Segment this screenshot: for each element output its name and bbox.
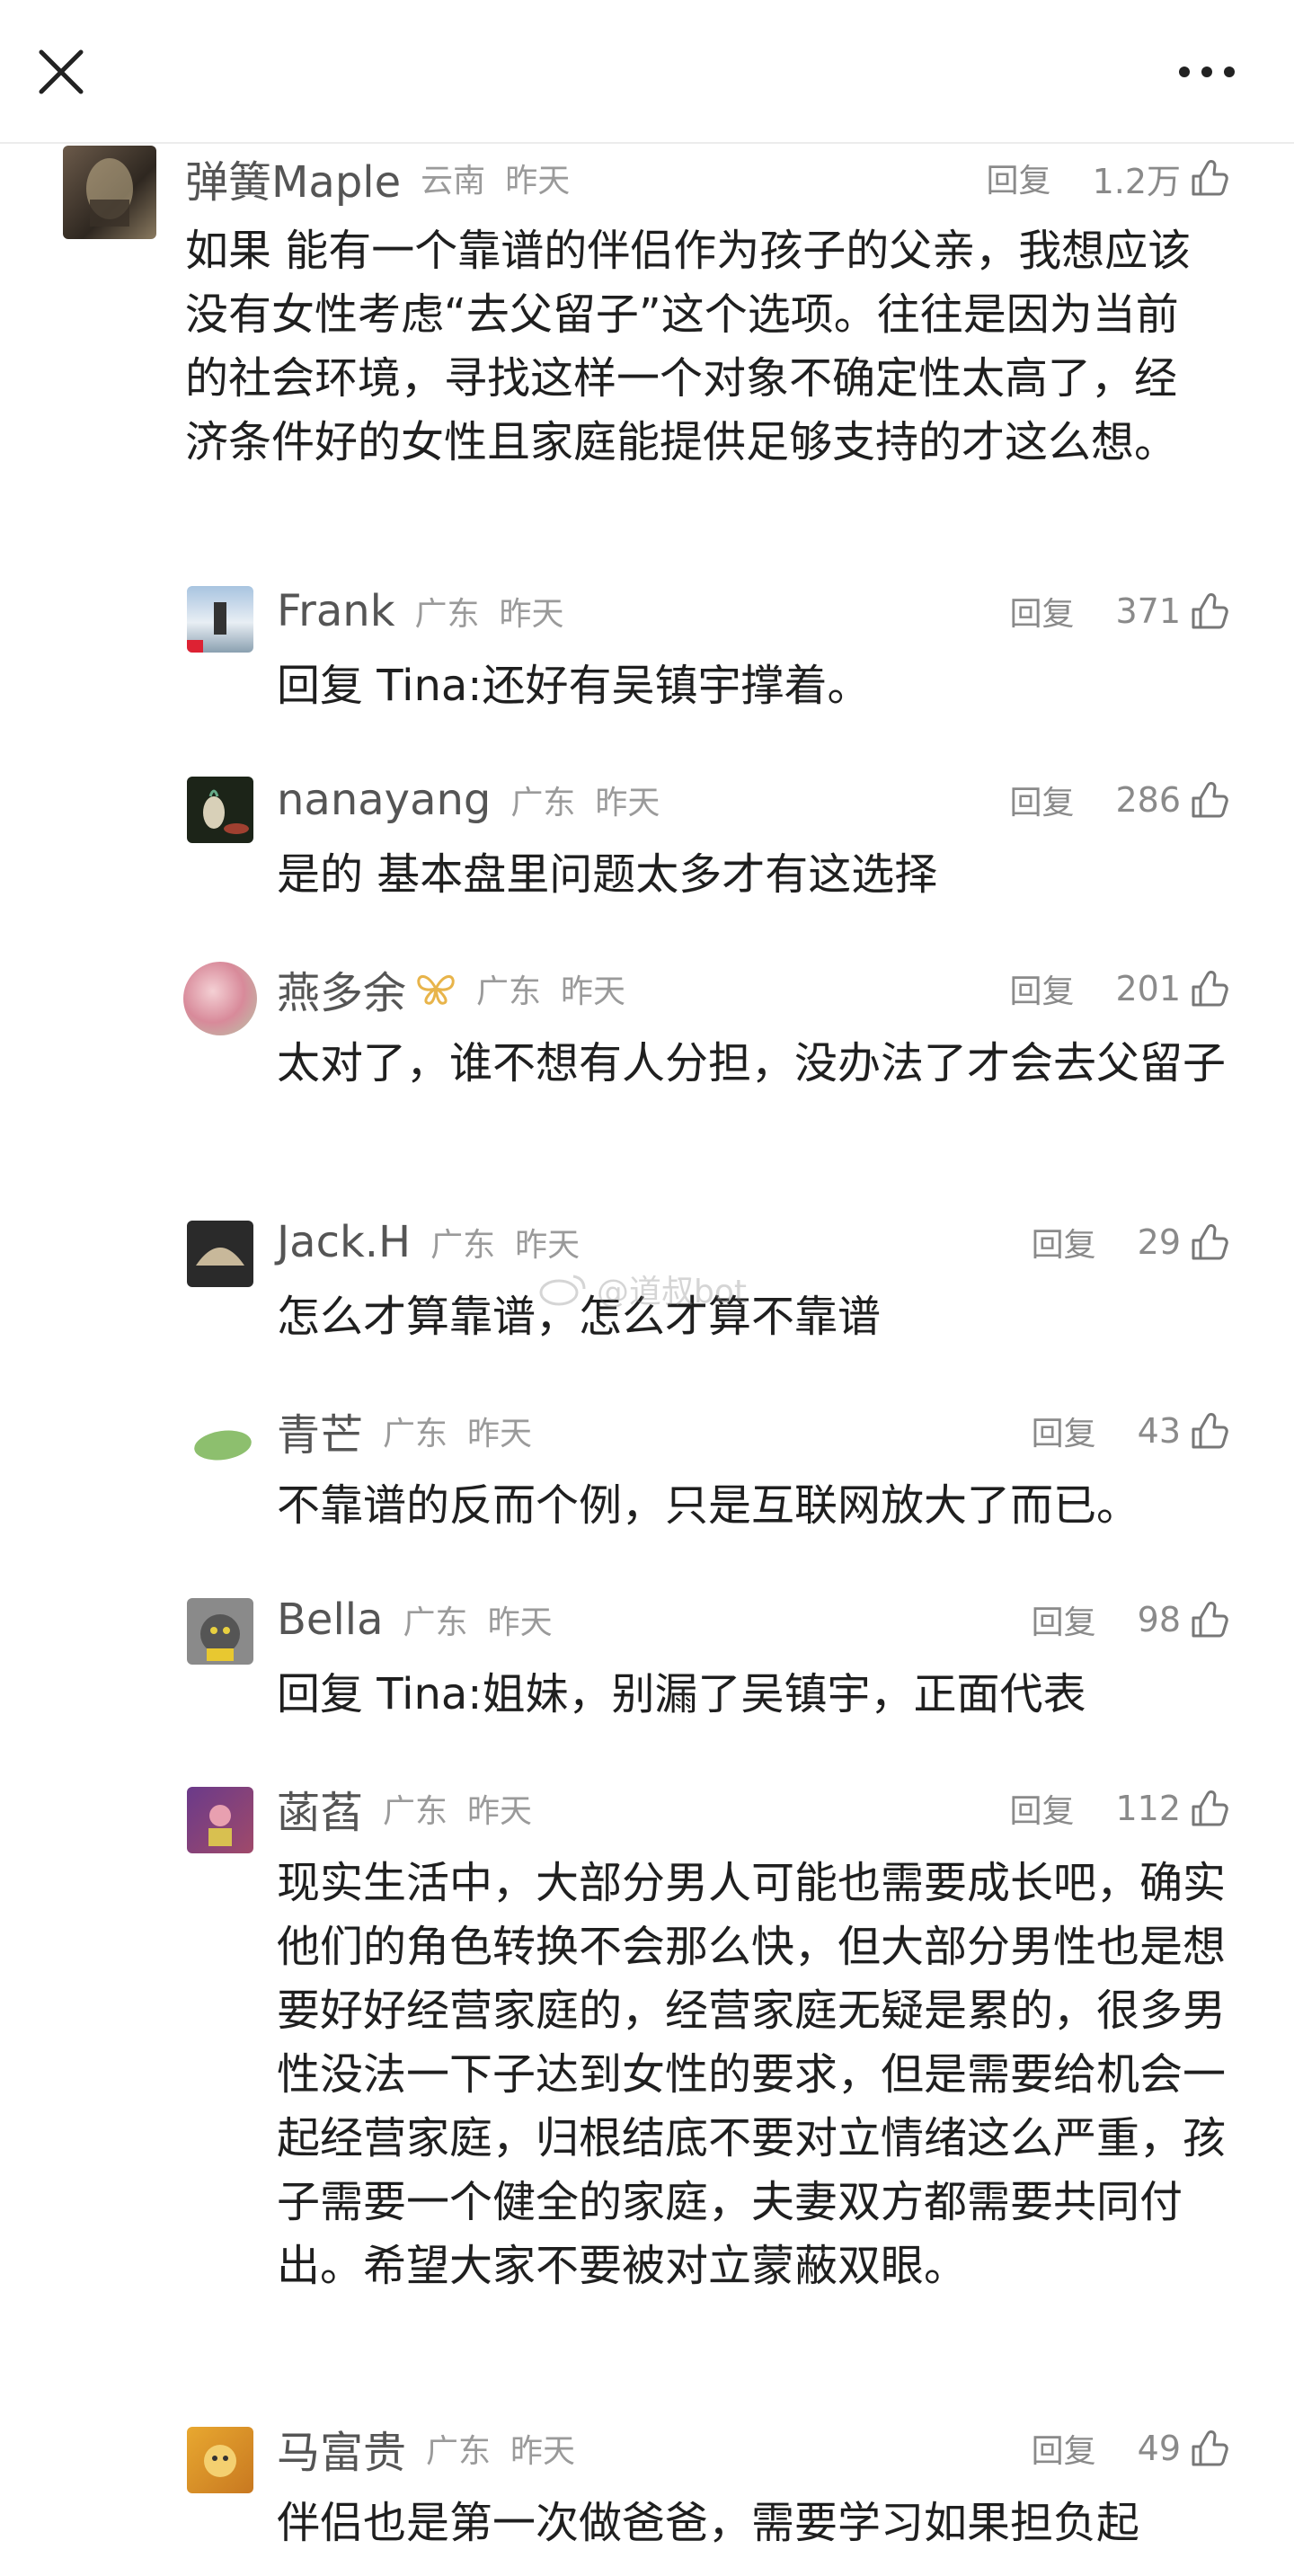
avatar[interactable]: [187, 2427, 253, 2493]
username[interactable]: Bella: [277, 1594, 384, 1645]
comment-meta: 广东 昨天: [510, 777, 660, 823]
watermark: @道叔bot: [539, 1266, 747, 1312]
timestamp: 昨天: [595, 785, 660, 822]
comment-text: 不靠谱的反而个例，只是互联网放大了而已。: [277, 1480, 1140, 1531]
like-count: 43: [1137, 1411, 1181, 1451]
like-count: 112: [1115, 1789, 1181, 1828]
timestamp: 昨天: [487, 1604, 553, 1641]
username[interactable]: 青芒: [277, 1399, 363, 1462]
avatar[interactable]: [187, 1598, 253, 1665]
avatar[interactable]: [187, 1787, 253, 1853]
comment-meta: 云南 昨天: [421, 155, 570, 201]
timestamp: 昨天: [467, 1793, 533, 1830]
top-bar: [0, 0, 1294, 144]
comment-text: 是的 基本盘里问题太多才有这选择: [277, 849, 938, 900]
like-count: 98: [1137, 1600, 1181, 1639]
timestamp: 昨天: [515, 1227, 581, 1264]
location: 广东: [383, 1793, 448, 1830]
like-count: 286: [1115, 780, 1181, 820]
like-count: 1.2万: [1092, 161, 1181, 201]
timestamp: 昨天: [499, 596, 564, 633]
comment-text: 怎么才算靠谱，怎么才算不靠谱: [277, 1292, 882, 1342]
location: 云南: [421, 163, 486, 200]
location: 广东: [476, 973, 542, 1010]
thumbs-up-icon[interactable]: [1190, 1411, 1229, 1451]
comment-meta: 广东 昨天: [426, 2425, 575, 2472]
thumbs-up-icon[interactable]: [1190, 591, 1229, 631]
location: 广东: [414, 596, 480, 633]
like-count: 49: [1137, 2429, 1181, 2468]
timestamp: 昨天: [510, 2433, 576, 2470]
thumbs-up-icon[interactable]: [1190, 1789, 1229, 1828]
comment-text: 太对了，谁不想有人分担，没办法了才会去父留子: [277, 1038, 1227, 1088]
comment-body: 姐妹，别漏了吴镇宇，正面代表: [482, 1669, 1086, 1719]
timestamp: 昨天: [561, 973, 626, 1010]
close-icon[interactable]: [36, 47, 86, 97]
avatar[interactable]: [187, 586, 253, 653]
username[interactable]: 马富贵: [277, 2417, 406, 2480]
reply-button[interactable]: 回复: [1032, 1596, 1096, 1643]
comment-meta: 广东 昨天: [430, 1219, 580, 1266]
reply-button[interactable]: 回复: [1009, 588, 1074, 635]
like-count: 29: [1137, 1222, 1181, 1262]
avatar[interactable]: [187, 1409, 253, 1476]
username[interactable]: 弹簧Maple: [185, 147, 401, 209]
thumbs-up-icon[interactable]: [1190, 1600, 1229, 1639]
location: 广东: [510, 785, 576, 822]
username[interactable]: 燕多余: [277, 957, 406, 1020]
reply-button[interactable]: 回复: [1032, 2425, 1096, 2472]
comment-text: 现实生活中，大部分男人可能也需要成长吧，确实他们的角色转换不会那么快，但大部分男…: [277, 1858, 1227, 2291]
comment-text: 回复 Tina:还好有吴镇宇撑着。: [277, 654, 1229, 718]
reply-button[interactable]: 回复: [1009, 777, 1074, 823]
like-count: 201: [1115, 969, 1181, 1008]
comment-meta: 广东 昨天: [414, 588, 563, 635]
username[interactable]: Jack.H: [277, 1217, 411, 1267]
comment-text: 如果 能有一个靠谱的伴侣作为孩子的父亲，我想应该没有女性考虑“去父留子”这个选项…: [185, 226, 1192, 467]
location: 广东: [430, 1227, 496, 1264]
timestamp: 昨天: [505, 163, 571, 200]
location: 广东: [403, 1604, 468, 1641]
comment-text: 伴侣也是第一次做爸爸，需要学习如果担负起: [277, 2498, 1140, 2548]
username[interactable]: 菡萏: [277, 1777, 363, 1840]
avatar[interactable]: [187, 777, 253, 843]
username[interactable]: nanayang: [277, 775, 491, 825]
avatar[interactable]: [187, 1221, 253, 1287]
thumbs-up-icon[interactable]: [1190, 2429, 1229, 2468]
username[interactable]: Frank: [277, 586, 394, 636]
reply-button[interactable]: 回复: [987, 155, 1051, 201]
reply-to-prefix: 回复 Tina:: [277, 1669, 483, 1719]
comment-meta: 广东 昨天: [476, 965, 625, 1012]
watermark-text: @道叔bot: [597, 1274, 747, 1310]
more-horizontal-icon[interactable]: [1177, 63, 1236, 81]
thumbs-up-icon[interactable]: [1190, 780, 1229, 820]
thumbs-up-icon[interactable]: [1190, 969, 1229, 1008]
reply-button[interactable]: 回复: [1032, 1219, 1096, 1266]
reply-to-prefix: 回复 Tina:: [277, 661, 483, 711]
thumbs-up-icon[interactable]: [1190, 158, 1229, 198]
thumbs-up-icon[interactable]: [1190, 1222, 1229, 1262]
comment-meta: 广东 昨天: [403, 1596, 553, 1643]
avatar[interactable]: [63, 146, 156, 239]
comment-text: 回复 Tina:姐妹，别漏了吴镇宇，正面代表: [277, 1663, 1229, 1727]
butterfly-badge-icon: [417, 975, 455, 1005]
location: 广东: [426, 2433, 492, 2470]
reply-button[interactable]: 回复: [1009, 1785, 1074, 1832]
reply-button[interactable]: 回复: [1009, 965, 1074, 1012]
comment-body: 还好有吴镇宇撑着。: [482, 661, 871, 711]
reply-button[interactable]: 回复: [1032, 1408, 1096, 1454]
comment-meta: 广东 昨天: [383, 1408, 532, 1454]
weibo-logo-icon: [539, 1275, 586, 1306]
timestamp: 昨天: [467, 1416, 533, 1452]
like-count: 371: [1115, 591, 1181, 631]
avatar[interactable]: [183, 962, 257, 1035]
location: 广东: [383, 1416, 448, 1452]
comment-meta: 广东 昨天: [383, 1785, 532, 1832]
